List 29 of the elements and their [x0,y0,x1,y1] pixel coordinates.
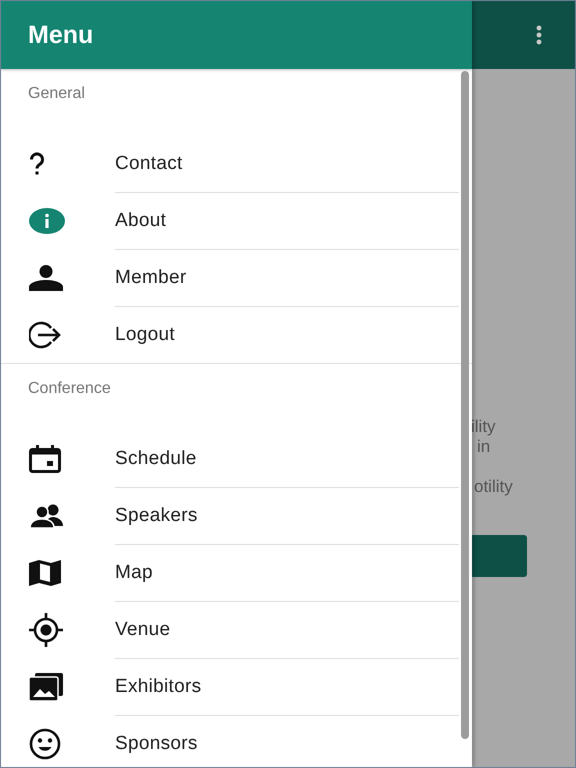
scrollbar[interactable] [461,71,469,739]
target-icon [29,612,63,646]
calendar-icon [29,444,61,472]
body-text: ility [471,417,496,437]
body-text: in [477,437,490,457]
section-heading: General [28,85,85,102]
smiley-icon [29,728,61,760]
menu-item[interactable]: Venue [1,601,472,658]
people-icon [29,504,65,528]
menu-item[interactable]: Logout [1,306,472,363]
section-heading: Conference [28,380,111,397]
person-icon [29,264,63,290]
menu-item[interactable]: Contact [1,135,472,192]
action-button[interactable] [471,535,527,577]
info-icon [29,208,65,234]
menu-item[interactable]: Schedule [1,430,472,487]
menu-item[interactable]: Speakers [1,487,472,544]
menu-item[interactable]: About [1,192,472,249]
menu-item[interactable]: Exhibitors [1,658,472,715]
logout-icon [29,320,63,348]
menu-item[interactable]: Sponsors [1,715,472,767]
body-text: otility [474,477,513,497]
drawer-title: Menu [28,20,94,50]
menu-item[interactable]: Map [1,544,472,601]
more-icon[interactable] [536,25,542,45]
map-icon [29,560,61,586]
menu-item[interactable]: Member [1,249,472,306]
question-mark-icon [29,152,45,176]
photos-icon [29,672,63,700]
